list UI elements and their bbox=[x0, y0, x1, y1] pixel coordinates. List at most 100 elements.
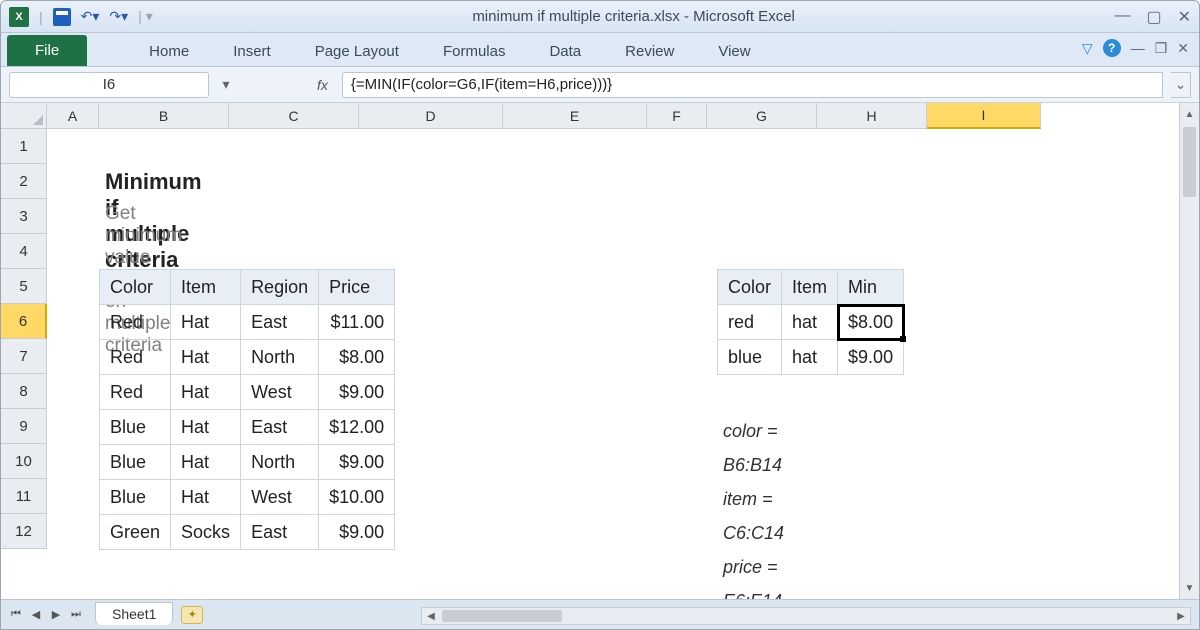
window-restore-icon[interactable]: ❐ bbox=[1155, 40, 1168, 57]
sheet-prev-icon[interactable]: ◀ bbox=[27, 606, 45, 624]
table-cell[interactable]: Blue bbox=[100, 480, 171, 515]
table-cell[interactable]: Hat bbox=[171, 375, 241, 410]
table-cell[interactable]: Hat bbox=[171, 410, 241, 445]
column-header[interactable]: G bbox=[707, 103, 817, 129]
name-box-dropdown-icon[interactable]: ▾ bbox=[217, 76, 235, 93]
sheet-next-icon[interactable]: ▶ bbox=[47, 606, 65, 624]
table-cell[interactable]: East bbox=[241, 410, 319, 445]
column-header[interactable]: B bbox=[99, 103, 229, 129]
table-cell[interactable]: $9.00 bbox=[319, 445, 395, 480]
formula-text: {=MIN(IF(color=G6,IF(item=H6,price)))} bbox=[351, 76, 612, 93]
ribbon-minimize-icon[interactable]: ▽ bbox=[1082, 40, 1093, 57]
formula-input[interactable]: {=MIN(IF(color=G6,IF(item=H6,price)))} bbox=[342, 72, 1163, 98]
row-header[interactable]: 4 bbox=[1, 234, 47, 269]
scroll-thumb[interactable] bbox=[1183, 127, 1196, 197]
table-cell[interactable]: Blue bbox=[100, 410, 171, 445]
note-line: item = C6:C14 bbox=[723, 482, 784, 550]
tab-home[interactable]: Home bbox=[127, 37, 211, 66]
scroll-right-icon[interactable]: ▶ bbox=[1172, 611, 1190, 622]
table-cell[interactable]: Hat bbox=[171, 340, 241, 375]
table-cell[interactable]: Green bbox=[100, 515, 171, 550]
column-header[interactable]: E bbox=[503, 103, 647, 129]
column-header[interactable]: F bbox=[647, 103, 707, 129]
table-cell[interactable]: hat bbox=[782, 305, 838, 340]
row-header[interactable]: 5 bbox=[1, 269, 47, 304]
table-header: Item bbox=[782, 270, 838, 305]
tab-data[interactable]: Data bbox=[527, 37, 603, 66]
table-cell[interactable]: blue bbox=[718, 340, 782, 375]
table-cell[interactable]: hat bbox=[782, 340, 838, 375]
table-cell[interactable]: $8.00 bbox=[838, 305, 904, 340]
table-cell[interactable]: Hat bbox=[171, 480, 241, 515]
formula-expand-icon[interactable]: ⌄ bbox=[1171, 72, 1191, 98]
column-header[interactable]: H bbox=[817, 103, 927, 129]
tab-insert[interactable]: Insert bbox=[211, 37, 293, 66]
horizontal-scrollbar[interactable]: ◀ ▶ bbox=[421, 607, 1191, 625]
table-cell[interactable]: Red bbox=[100, 305, 171, 340]
sheet-tab-active[interactable]: Sheet1 bbox=[95, 602, 173, 625]
column-header[interactable]: A bbox=[47, 103, 99, 129]
table-cell[interactable]: Socks bbox=[171, 515, 241, 550]
tab-file[interactable]: File bbox=[7, 35, 87, 66]
tab-review[interactable]: Review bbox=[603, 37, 696, 66]
window-close-icon[interactable]: ✕ bbox=[1177, 40, 1189, 57]
table-cell[interactable]: red bbox=[718, 305, 782, 340]
table-cell[interactable]: $8.00 bbox=[319, 340, 395, 375]
table-row: RedHatEast$11.00 bbox=[100, 305, 395, 340]
row-header[interactable]: 6 bbox=[1, 304, 47, 339]
table-cell[interactable]: $9.00 bbox=[319, 515, 395, 550]
new-sheet-icon[interactable]: ✦ bbox=[181, 606, 203, 624]
table-cell[interactable]: $9.00 bbox=[838, 340, 904, 375]
scroll-left-icon[interactable]: ◀ bbox=[422, 611, 440, 622]
table-cell[interactable]: West bbox=[241, 375, 319, 410]
row-header[interactable]: 8 bbox=[1, 374, 47, 409]
tab-view[interactable]: View bbox=[696, 37, 772, 66]
table-cell[interactable]: West bbox=[241, 480, 319, 515]
table-cell[interactable]: North bbox=[241, 445, 319, 480]
table-cell[interactable]: East bbox=[241, 515, 319, 550]
minimize-icon[interactable]: ― bbox=[1114, 7, 1130, 27]
table-cell[interactable]: $9.00 bbox=[319, 375, 395, 410]
column-header[interactable]: I bbox=[927, 103, 1041, 129]
table-cell[interactable]: Red bbox=[100, 340, 171, 375]
maximize-icon[interactable]: ▢ bbox=[1146, 7, 1161, 27]
row-header[interactable]: 11 bbox=[1, 479, 47, 514]
table-cell[interactable]: North bbox=[241, 340, 319, 375]
table-cell[interactable]: Red bbox=[100, 375, 171, 410]
table-cell[interactable]: Blue bbox=[100, 445, 171, 480]
row-header[interactable]: 12 bbox=[1, 514, 47, 549]
table-cell[interactable]: $10.00 bbox=[319, 480, 395, 515]
table-cell[interactable]: $11.00 bbox=[319, 305, 395, 340]
window-min-icon[interactable]: ― bbox=[1131, 40, 1145, 56]
tab-formulas[interactable]: Formulas bbox=[421, 37, 528, 66]
row-header[interactable]: 1 bbox=[1, 129, 47, 164]
undo-icon[interactable]: ↶▾ bbox=[81, 8, 100, 25]
scroll-up-icon[interactable]: ▲ bbox=[1180, 105, 1199, 123]
row-header[interactable]: 10 bbox=[1, 444, 47, 479]
name-box[interactable]: I6 bbox=[9, 72, 209, 98]
row-header[interactable]: 2 bbox=[1, 164, 47, 199]
row-header[interactable]: 7 bbox=[1, 339, 47, 374]
qat-divider: | bbox=[39, 9, 43, 25]
column-header[interactable]: C bbox=[229, 103, 359, 129]
worksheet-grid[interactable]: ABCDEFGHI 123456789101112 Minimum if mul… bbox=[1, 103, 1199, 599]
sheet-first-icon[interactable]: ⏮ bbox=[7, 606, 25, 624]
sheet-last-icon[interactable]: ⏭ bbox=[67, 606, 85, 624]
table-cell[interactable]: Hat bbox=[171, 445, 241, 480]
help-icon[interactable]: ? bbox=[1103, 39, 1121, 57]
scroll-down-icon[interactable]: ▼ bbox=[1180, 579, 1199, 597]
vertical-scrollbar[interactable]: ▲ ▼ bbox=[1179, 103, 1199, 599]
scroll-thumb[interactable] bbox=[442, 610, 562, 622]
row-header[interactable]: 3 bbox=[1, 199, 47, 234]
table-cell[interactable]: $12.00 bbox=[319, 410, 395, 445]
select-all-corner[interactable] bbox=[1, 103, 47, 129]
redo-icon[interactable]: ↷▾ bbox=[109, 8, 128, 25]
row-header[interactable]: 9 bbox=[1, 409, 47, 444]
table-cell[interactable]: Hat bbox=[171, 305, 241, 340]
tab-page-layout[interactable]: Page Layout bbox=[293, 37, 421, 66]
column-header[interactable]: D bbox=[359, 103, 503, 129]
table-cell[interactable]: East bbox=[241, 305, 319, 340]
fx-icon[interactable]: fx bbox=[311, 77, 334, 93]
save-icon[interactable] bbox=[53, 8, 71, 26]
close-icon[interactable]: ✕ bbox=[1178, 7, 1191, 27]
